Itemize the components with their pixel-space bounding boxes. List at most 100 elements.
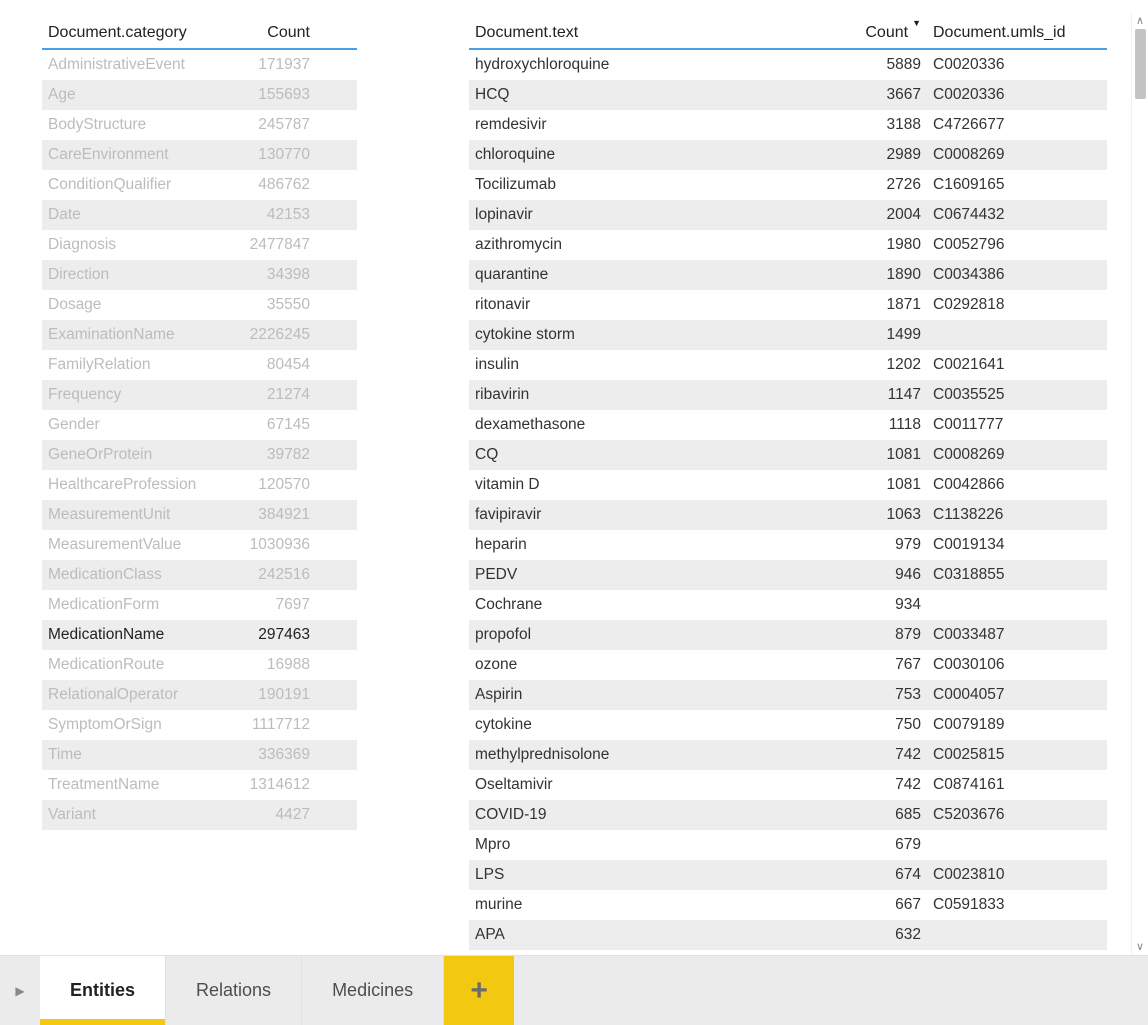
table-row[interactable]: LPS674C0023810 bbox=[469, 860, 1107, 890]
umls-cell: C4726677 bbox=[927, 116, 1095, 134]
text-cell: lopinavir bbox=[469, 206, 817, 224]
table-row[interactable]: Direction34398 bbox=[42, 260, 357, 290]
table-row[interactable]: ribavirin1147C0035525 bbox=[469, 380, 1107, 410]
table-row[interactable]: TreatmentName1314612 bbox=[42, 770, 357, 800]
table-row[interactable]: vitamin D1081C0042866 bbox=[469, 470, 1107, 500]
table-row[interactable]: Frequency21274 bbox=[42, 380, 357, 410]
table-row[interactable]: hydroxychloroquine5889C0020336 bbox=[469, 50, 1107, 80]
scroll-track[interactable] bbox=[1132, 29, 1148, 938]
table-row[interactable]: azithromycin1980C0052796 bbox=[469, 230, 1107, 260]
table-row[interactable]: Mpro679 bbox=[469, 830, 1107, 860]
table-row[interactable]: dexamethasone1118C0011777 bbox=[469, 410, 1107, 440]
text-cell: Mpro bbox=[469, 836, 817, 854]
table-row[interactable]: Aspirin753C0004057 bbox=[469, 680, 1107, 710]
table-row[interactable]: PEDV946C0318855 bbox=[469, 560, 1107, 590]
table-row[interactable]: MeasurementValue1030936 bbox=[42, 530, 357, 560]
table-row[interactable]: Tocilizumab2726C1609165 bbox=[469, 170, 1107, 200]
count-cell: 2477847 bbox=[226, 236, 316, 254]
table-row[interactable]: quarantine1890C0034386 bbox=[469, 260, 1107, 290]
table-row[interactable]: Time336369 bbox=[42, 740, 357, 770]
table-row[interactable]: Dosage35550 bbox=[42, 290, 357, 320]
table-row[interactable]: Date42153 bbox=[42, 200, 357, 230]
table-row[interactable]: FamilyRelation80454 bbox=[42, 350, 357, 380]
table-row[interactable]: COVID-19685C5203676 bbox=[469, 800, 1107, 830]
sheet-tabs: ▶ EntitiesRelationsMedicines + bbox=[0, 955, 1148, 1025]
table-row[interactable]: Gender67145 bbox=[42, 410, 357, 440]
umls-cell: C0874161 bbox=[927, 776, 1095, 794]
table-row[interactable]: chloroquine2989C0008269 bbox=[469, 140, 1107, 170]
category-cell: Age bbox=[42, 86, 226, 104]
table-row[interactable]: ozone767C0030106 bbox=[469, 650, 1107, 680]
scroll-up-icon[interactable]: ∧ bbox=[1132, 12, 1148, 29]
table-row[interactable]: cytokine750C0079189 bbox=[469, 710, 1107, 740]
table-row[interactable]: Diagnosis2477847 bbox=[42, 230, 357, 260]
table-row[interactable]: methylprednisolone742C0025815 bbox=[469, 740, 1107, 770]
tab-entities[interactable]: Entities bbox=[40, 956, 166, 1025]
count-cell: 632 bbox=[817, 926, 927, 944]
main-scrollbar[interactable]: ∧ ∨ bbox=[1131, 12, 1148, 955]
count-cell: 16988 bbox=[226, 656, 316, 674]
table-row[interactable]: MedicationClass242516 bbox=[42, 560, 357, 590]
count-cell: 2226245 bbox=[226, 326, 316, 344]
umls-cell: C1138226 bbox=[927, 506, 1095, 524]
table-row[interactable]: ritonavir1871C0292818 bbox=[469, 290, 1107, 320]
col-header-count-sorted[interactable]: Count ▼ bbox=[817, 24, 927, 48]
table-row[interactable]: CareEnvironment130770 bbox=[42, 140, 357, 170]
text-cell: ribavirin bbox=[469, 386, 817, 404]
text-cell: COVID-19 bbox=[469, 806, 817, 824]
count-cell: 171937 bbox=[226, 56, 316, 74]
scroll-down-icon[interactable]: ∨ bbox=[1132, 938, 1148, 955]
text-cell: favipiravir bbox=[469, 506, 817, 524]
count-cell: 130770 bbox=[226, 146, 316, 164]
table-row[interactable]: GeneOrProtein39782 bbox=[42, 440, 357, 470]
col-header-category[interactable]: Document.category bbox=[42, 24, 226, 48]
table-row[interactable]: CQ1081C0008269 bbox=[469, 440, 1107, 470]
table-row[interactable]: SymptomOrSign1117712 bbox=[42, 710, 357, 740]
table-row[interactable]: cytokine storm1499 bbox=[469, 320, 1107, 350]
category-cell: HealthcareProfession bbox=[42, 476, 226, 494]
tab-expand-button[interactable]: ▶ bbox=[0, 956, 40, 1025]
col-header-text[interactable]: Document.text bbox=[469, 24, 817, 48]
table-row[interactable]: HealthcareProfession120570 bbox=[42, 470, 357, 500]
table-row[interactable]: lopinavir2004C0674432 bbox=[469, 200, 1107, 230]
table-row[interactable]: AdministrativeEvent171937 bbox=[42, 50, 357, 80]
table-row[interactable]: MedicationName297463 bbox=[42, 620, 357, 650]
table-row[interactable]: ExaminationName2226245 bbox=[42, 320, 357, 350]
col-header-umls[interactable]: Document.umls_id bbox=[927, 24, 1095, 48]
count-cell: 7697 bbox=[226, 596, 316, 614]
tab-medicines[interactable]: Medicines bbox=[302, 956, 444, 1025]
tab-relations[interactable]: Relations bbox=[166, 956, 302, 1025]
table-row[interactable]: Cochrane934 bbox=[469, 590, 1107, 620]
text-table-headers: Document.text Count ▼ Document.umls_id bbox=[469, 12, 1107, 50]
col-header-count[interactable]: Count bbox=[226, 24, 316, 48]
table-row[interactable]: HCQ3667C0020336 bbox=[469, 80, 1107, 110]
count-cell: 486762 bbox=[226, 176, 316, 194]
category-cell: MeasurementValue bbox=[42, 536, 226, 554]
table-row[interactable]: Oseltamivir742C0874161 bbox=[469, 770, 1107, 800]
text-cell: Cochrane bbox=[469, 596, 817, 614]
table-row[interactable]: MedicationRoute16988 bbox=[42, 650, 357, 680]
table-row[interactable]: remdesivir3188C4726677 bbox=[469, 110, 1107, 140]
table-row[interactable]: Variant4427 bbox=[42, 800, 357, 830]
umls-cell: C0004057 bbox=[927, 686, 1095, 704]
table-row[interactable]: insulin1202C0021641 bbox=[469, 350, 1107, 380]
umls-cell: C0008269 bbox=[927, 146, 1095, 164]
table-row[interactable]: propofol879C0033487 bbox=[469, 620, 1107, 650]
umls-cell: C0020336 bbox=[927, 56, 1095, 74]
scroll-thumb[interactable] bbox=[1135, 29, 1146, 99]
table-row[interactable]: MedicationForm7697 bbox=[42, 590, 357, 620]
add-sheet-button[interactable]: + bbox=[444, 956, 514, 1025]
table-row[interactable]: RelationalOperator190191 bbox=[42, 680, 357, 710]
table-row[interactable]: favipiravir1063C1138226 bbox=[469, 500, 1107, 530]
table-row[interactable]: BodyStructure245787 bbox=[42, 110, 357, 140]
umls-cell: C0079189 bbox=[927, 716, 1095, 734]
table-row[interactable]: ConditionQualifier486762 bbox=[42, 170, 357, 200]
table-row[interactable]: Age155693 bbox=[42, 80, 357, 110]
table-row[interactable]: heparin979C0019134 bbox=[469, 530, 1107, 560]
table-row[interactable]: murine667C0591833 bbox=[469, 890, 1107, 920]
text-table: Document.text Count ▼ Document.umls_id h… bbox=[469, 12, 1107, 955]
category-cell: MedicationClass bbox=[42, 566, 226, 584]
count-cell: 3188 bbox=[817, 116, 927, 134]
table-row[interactable]: APA632 bbox=[469, 920, 1107, 950]
table-row[interactable]: MeasurementUnit384921 bbox=[42, 500, 357, 530]
